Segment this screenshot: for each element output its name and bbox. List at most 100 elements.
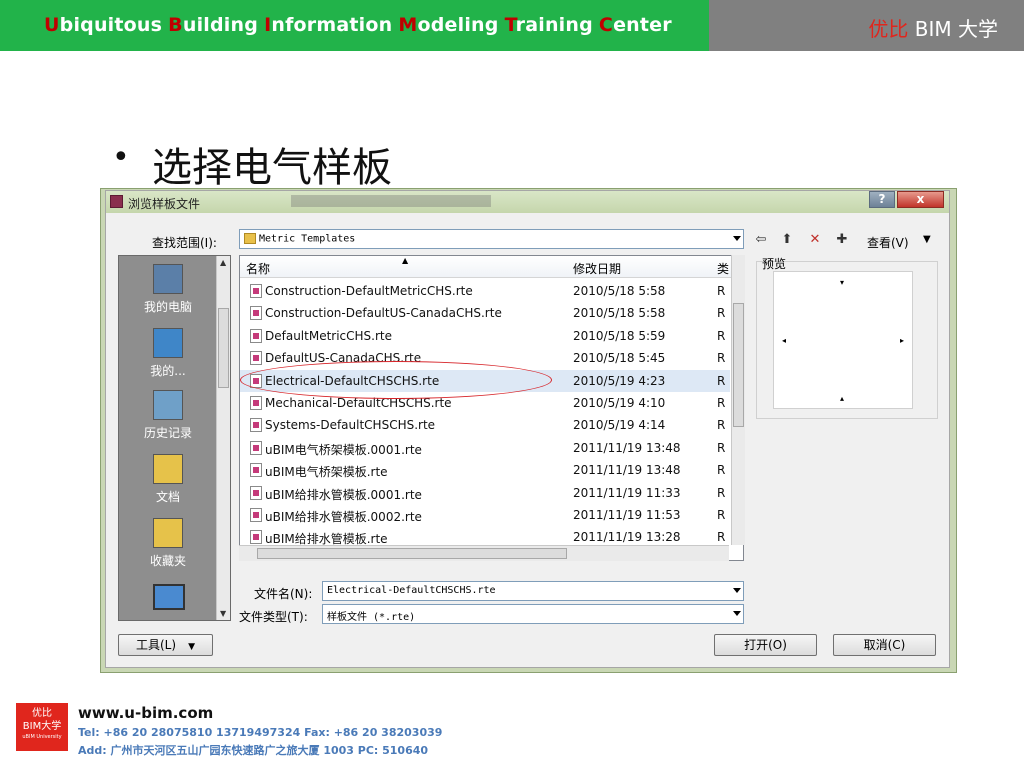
look-in-value: Metric Templates [259, 233, 356, 245]
revit-app-icon [110, 195, 123, 208]
file-row[interactable]: uBIM给排水管模板.0001.rte 2011/11/19 11:33 R [240, 482, 730, 504]
place-label: 我的电脑 [143, 300, 192, 314]
file-date: 2010/5/19 4:23 [573, 373, 666, 388]
file-type: R [717, 418, 726, 433]
file-date: 2011/11/19 13:28 [573, 530, 681, 545]
views-dropdown-icon[interactable]: ▼ [923, 234, 931, 245]
column-header-type[interactable]: 类 [717, 260, 729, 277]
place-label: 收藏夹 [149, 554, 186, 568]
preview-image: ▾ ◂ ▸ ▴ [773, 271, 913, 409]
file-type: R [717, 463, 726, 478]
header-title-word: Building [168, 14, 259, 36]
place-item[interactable]: 历史记录 [119, 390, 217, 441]
tools-button[interactable]: 工具(L) ▼ [118, 634, 213, 656]
logo-line2: BIM大学 [22, 721, 62, 732]
places-bar: ▲ ▼ 我的电脑我的... 历史记录文档收藏夹 [118, 255, 231, 621]
file-type: R [717, 284, 726, 298]
filetype-select[interactable]: 样板文件 (*.rte) [322, 604, 744, 624]
file-type: R [717, 351, 726, 366]
monitor-icon[interactable] [153, 584, 185, 610]
file-list-header: 名称 ▲ 修改日期 类 [240, 256, 743, 278]
slide: Ubiquitous Building Information Modeling Tra… [0, 0, 1024, 768]
file-date: 2010/5/18 5:58 [573, 306, 666, 321]
header-title-word: Modeling [398, 14, 499, 36]
header-title-word: Information [264, 14, 393, 36]
scroll-thumb[interactable] [218, 308, 229, 388]
vscroll-thumb[interactable] [733, 303, 744, 427]
tools-label: 工具(L) [136, 638, 177, 652]
scroll-up-icon[interactable]: ▲ [220, 258, 226, 267]
file-date: 2011/11/19 13:48 [573, 463, 681, 478]
open-button[interactable]: 打开(O) [714, 634, 817, 656]
file-type: R [717, 530, 726, 545]
file-list-vscroll[interactable] [731, 255, 745, 545]
up-folder-icon[interactable]: ⬆ [778, 231, 796, 249]
rte-file-icon [250, 396, 262, 410]
place-label: 我的... [150, 364, 186, 378]
file-row[interactable]: uBIM电气桥架模板.0001.rte 2011/11/19 13:48 R [240, 437, 730, 459]
look-in-combo[interactable]: Metric Templates [239, 229, 744, 249]
bullet-symbol: • [112, 140, 130, 175]
help-button[interactable]: ? [869, 191, 895, 208]
place-item[interactable]: 我的电脑 [119, 264, 217, 315]
file-name: DefaultMetricCHS.rte [265, 328, 393, 343]
file-type: R [717, 485, 726, 500]
column-header-name[interactable]: 名称 [246, 260, 270, 277]
filetype-value: 样板文件 (*.rte) [327, 612, 416, 623]
rte-file-icon [250, 440, 262, 455]
elevation-mark-icon: ▴ [840, 394, 845, 403]
brand-rest: BIM 大学 [908, 17, 998, 41]
delete-icon[interactable]: ✕ [806, 231, 824, 249]
file-name: Construction-DefaultMetricCHS.rte [265, 284, 473, 298]
header-title: Ubiquitous Building Information Modeling Tra… [44, 14, 672, 36]
scroll-down-icon[interactable]: ▼ [220, 609, 226, 618]
file-list-hscroll[interactable] [239, 545, 729, 561]
header-title-word: Ubiquitous [44, 14, 163, 36]
views-menu-button[interactable]: 查看(V) [867, 234, 909, 251]
chevron-down-icon [733, 236, 741, 241]
brand-cn: 优比 [868, 17, 909, 41]
dialog-titlebar[interactable]: 浏览样板文件 ? x [106, 191, 949, 213]
rte-file-icon [250, 306, 262, 321]
cancel-button[interactable]: 取消(C) [833, 634, 936, 656]
place-item[interactable]: 我的... [119, 328, 217, 379]
highlight-ellipse [240, 361, 552, 399]
elevation-mark-icon: ▾ [840, 278, 845, 287]
file-name: Systems-DefaultCHSCHS.rte [265, 418, 436, 433]
elevation-mark-icon: ◂ [782, 336, 787, 345]
file-date: 2011/11/19 11:53 [573, 508, 681, 522]
file-date: 2011/11/19 13:48 [573, 440, 681, 455]
rte-file-icon [250, 463, 262, 478]
sort-arrow-icon: ▲ [402, 256, 409, 265]
file-name: uBIM电气桥架模板.rte [265, 465, 388, 480]
places-scrollbar[interactable]: ▲ ▼ [216, 256, 230, 620]
column-header-date[interactable]: 修改日期 [573, 260, 621, 277]
look-in-label: 查找范围(I): [152, 236, 217, 250]
brand-label: 优比 BIM 大学 [868, 13, 998, 42]
footer-contact: Tel: +86 20 28075810 13719497324 Fax: +8… [78, 726, 443, 739]
footer-url[interactable]: www.u-bim.com [78, 704, 213, 722]
file-row[interactable]: uBIM电气桥架模板.rte 2011/11/19 13:48 R [240, 459, 730, 481]
file-row[interactable]: uBIM给排水管模板.0002.rte 2011/11/19 11:53 R [240, 504, 730, 526]
place-item[interactable]: 收藏夹 [119, 518, 217, 569]
place-item[interactable]: 文档 [119, 454, 217, 505]
new-folder-icon[interactable]: ✚ [833, 231, 851, 249]
back-icon[interactable]: ⇦ [752, 231, 770, 249]
file-type: R [717, 396, 726, 410]
file-row[interactable]: DefaultMetricCHS.rte 2010/5/18 5:59 R [240, 325, 730, 347]
file-row[interactable]: Construction-DefaultMetricCHS.rte 2010/5/… [240, 280, 730, 302]
place-label: 文档 [155, 490, 180, 504]
hscroll-thumb[interactable] [257, 548, 567, 559]
file-row[interactable]: Construction-DefaultUS-CanadaCHS.rte 2010… [240, 302, 730, 324]
file-type: R [717, 373, 726, 388]
header-brand-area: 优比 BIM 大学 [709, 0, 1024, 51]
file-row[interactable]: Systems-DefaultCHSCHS.rte 2010/5/19 4:14 R [240, 414, 730, 436]
file-date: 2010/5/19 4:14 [573, 418, 666, 433]
filename-input[interactable]: Electrical-DefaultCHSCHS.rte [322, 581, 744, 601]
rte-file-icon [250, 485, 262, 500]
file-date: 2010/5/18 5:58 [573, 284, 666, 298]
close-button[interactable]: x [897, 191, 944, 208]
browse-template-dialog: 浏览样板文件 ? x 查找范围(I): Metric Templates ⇦ ⬆… [105, 190, 950, 668]
preview-label: 预览 [762, 257, 787, 271]
background-window-ghost [291, 195, 491, 207]
